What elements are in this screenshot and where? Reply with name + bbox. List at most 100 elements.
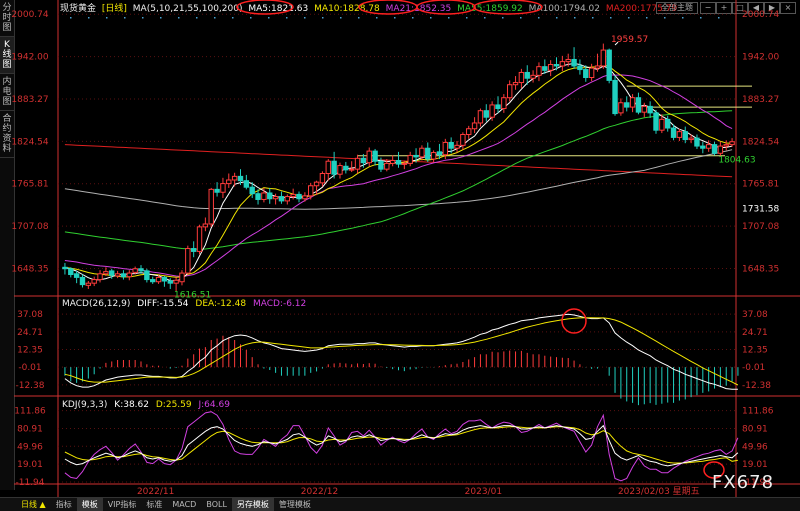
- macd-right-tick: 37.08: [742, 310, 768, 320]
- date-axis-label: 2023/01: [465, 487, 502, 497]
- macd-right-tick: 24.71: [742, 328, 768, 338]
- kdj-left-tick: 19.01: [17, 460, 43, 470]
- candle-body: [389, 159, 396, 164]
- candle-body: [471, 122, 478, 130]
- event-marker: [538, 17, 540, 19]
- candle-body: [132, 268, 138, 273]
- event-marker: [718, 17, 720, 19]
- macd-dea-line: [64, 317, 739, 386]
- candle-body: [460, 134, 466, 146]
- tab-boll[interactable]: BOLL: [201, 498, 232, 511]
- event-marker: [466, 17, 468, 19]
- event-marker: [196, 17, 198, 19]
- candle-body: [688, 137, 694, 141]
- event-marker: [592, 17, 594, 19]
- candle-body: [501, 97, 507, 110]
- candle-body: [723, 144, 729, 147]
- candle-body: [103, 271, 109, 275]
- candle-body: [284, 196, 291, 202]
- event-marker: [700, 17, 702, 19]
- tab-standard[interactable]: 标准: [141, 498, 167, 511]
- candle-body: [161, 276, 168, 282]
- left-price-tick: 2000.74: [11, 10, 48, 20]
- candle-body: [665, 118, 671, 129]
- event-marker: [286, 17, 288, 19]
- candle-body: [524, 71, 530, 79]
- candle-body: [343, 165, 349, 171]
- candle-body: [553, 64, 560, 67]
- tab-macd[interactable]: MACD: [167, 498, 201, 511]
- candle-body: [670, 127, 677, 138]
- tab-indicator[interactable]: 指标: [51, 498, 77, 511]
- candle-body: [348, 168, 355, 171]
- tab-manage-template[interactable]: 管理模板: [274, 498, 316, 511]
- period-indicator[interactable]: 日线 ▲: [16, 498, 51, 511]
- candle-body: [366, 150, 372, 164]
- candle-body: [68, 268, 74, 276]
- candle-body: [659, 118, 665, 131]
- candle-body: [202, 223, 209, 228]
- candle-body: [354, 157, 361, 170]
- kdj-right-tick: 19.01: [742, 460, 768, 470]
- event-marker: [322, 17, 324, 19]
- right-price-tick: 1707.08: [742, 222, 779, 232]
- candle-body: [448, 141, 454, 149]
- candle-body: [73, 273, 80, 278]
- candle-body: [208, 188, 214, 225]
- event-marker: [610, 17, 612, 19]
- date-axis-label: 2022/11: [137, 487, 174, 497]
- event-marker: [232, 17, 234, 19]
- candle-body: [237, 175, 244, 182]
- macd-right-tick: -0.01: [742, 363, 765, 373]
- macd-left-tick: 12.35: [17, 346, 43, 356]
- candle-body: [214, 188, 220, 193]
- event-marker: [160, 17, 162, 19]
- candle-body: [647, 105, 653, 114]
- candle-body: [641, 105, 647, 113]
- candle-body: [594, 65, 601, 69]
- candle-body: [126, 272, 132, 278]
- candle-body: [173, 279, 179, 284]
- candle-body: [653, 112, 659, 131]
- candle-body: [425, 147, 431, 160]
- candle-body: [91, 279, 97, 284]
- candle-body: [483, 110, 489, 118]
- event-marker: [142, 17, 144, 19]
- event-marker: [340, 17, 342, 19]
- event-marker: [268, 17, 270, 19]
- left-price-tick: 1707.08: [11, 222, 48, 232]
- kdj-right-tick: 80.91: [742, 424, 768, 434]
- candle-body: [255, 193, 261, 200]
- event-marker: [214, 17, 216, 19]
- candle-body: [454, 144, 460, 149]
- candle-body: [272, 196, 279, 200]
- tab-vip-indicator[interactable]: VIP指标: [103, 498, 142, 511]
- candle-body: [190, 248, 197, 252]
- kdj-j-line: [64, 411, 739, 482]
- event-marker: [358, 17, 360, 19]
- candle-body: [530, 74, 536, 79]
- macd-left-tick: -0.01: [18, 363, 41, 373]
- candle-body: [711, 144, 718, 154]
- candle-body: [489, 104, 495, 118]
- event-marker: [178, 17, 180, 19]
- right-price-tick: 1942.00: [742, 53, 779, 63]
- candle-body: [109, 270, 115, 276]
- event-marker: [682, 17, 684, 19]
- candle-body: [436, 151, 443, 156]
- candle-body: [378, 160, 384, 170]
- ma55-line: [64, 110, 733, 250]
- candle-body: [79, 276, 86, 286]
- candle-body: [278, 196, 285, 202]
- tab-save-template[interactable]: 另存模板: [231, 498, 274, 511]
- kdj-left-tick: -11.94: [15, 478, 44, 488]
- left-price-tick: 1824.54: [11, 137, 48, 147]
- candle-body: [536, 66, 542, 76]
- chart-canvas[interactable]: 2000.74 2000.74 1942.00 1942.00 1883.27 1883.…: [0, 0, 800, 497]
- candle-body: [296, 193, 302, 200]
- candle-body: [167, 280, 173, 284]
- candle-body: [360, 157, 367, 164]
- right-price-tick: 1765.81: [742, 180, 779, 190]
- tab-template[interactable]: 模板: [76, 498, 103, 511]
- candle-body: [588, 67, 595, 79]
